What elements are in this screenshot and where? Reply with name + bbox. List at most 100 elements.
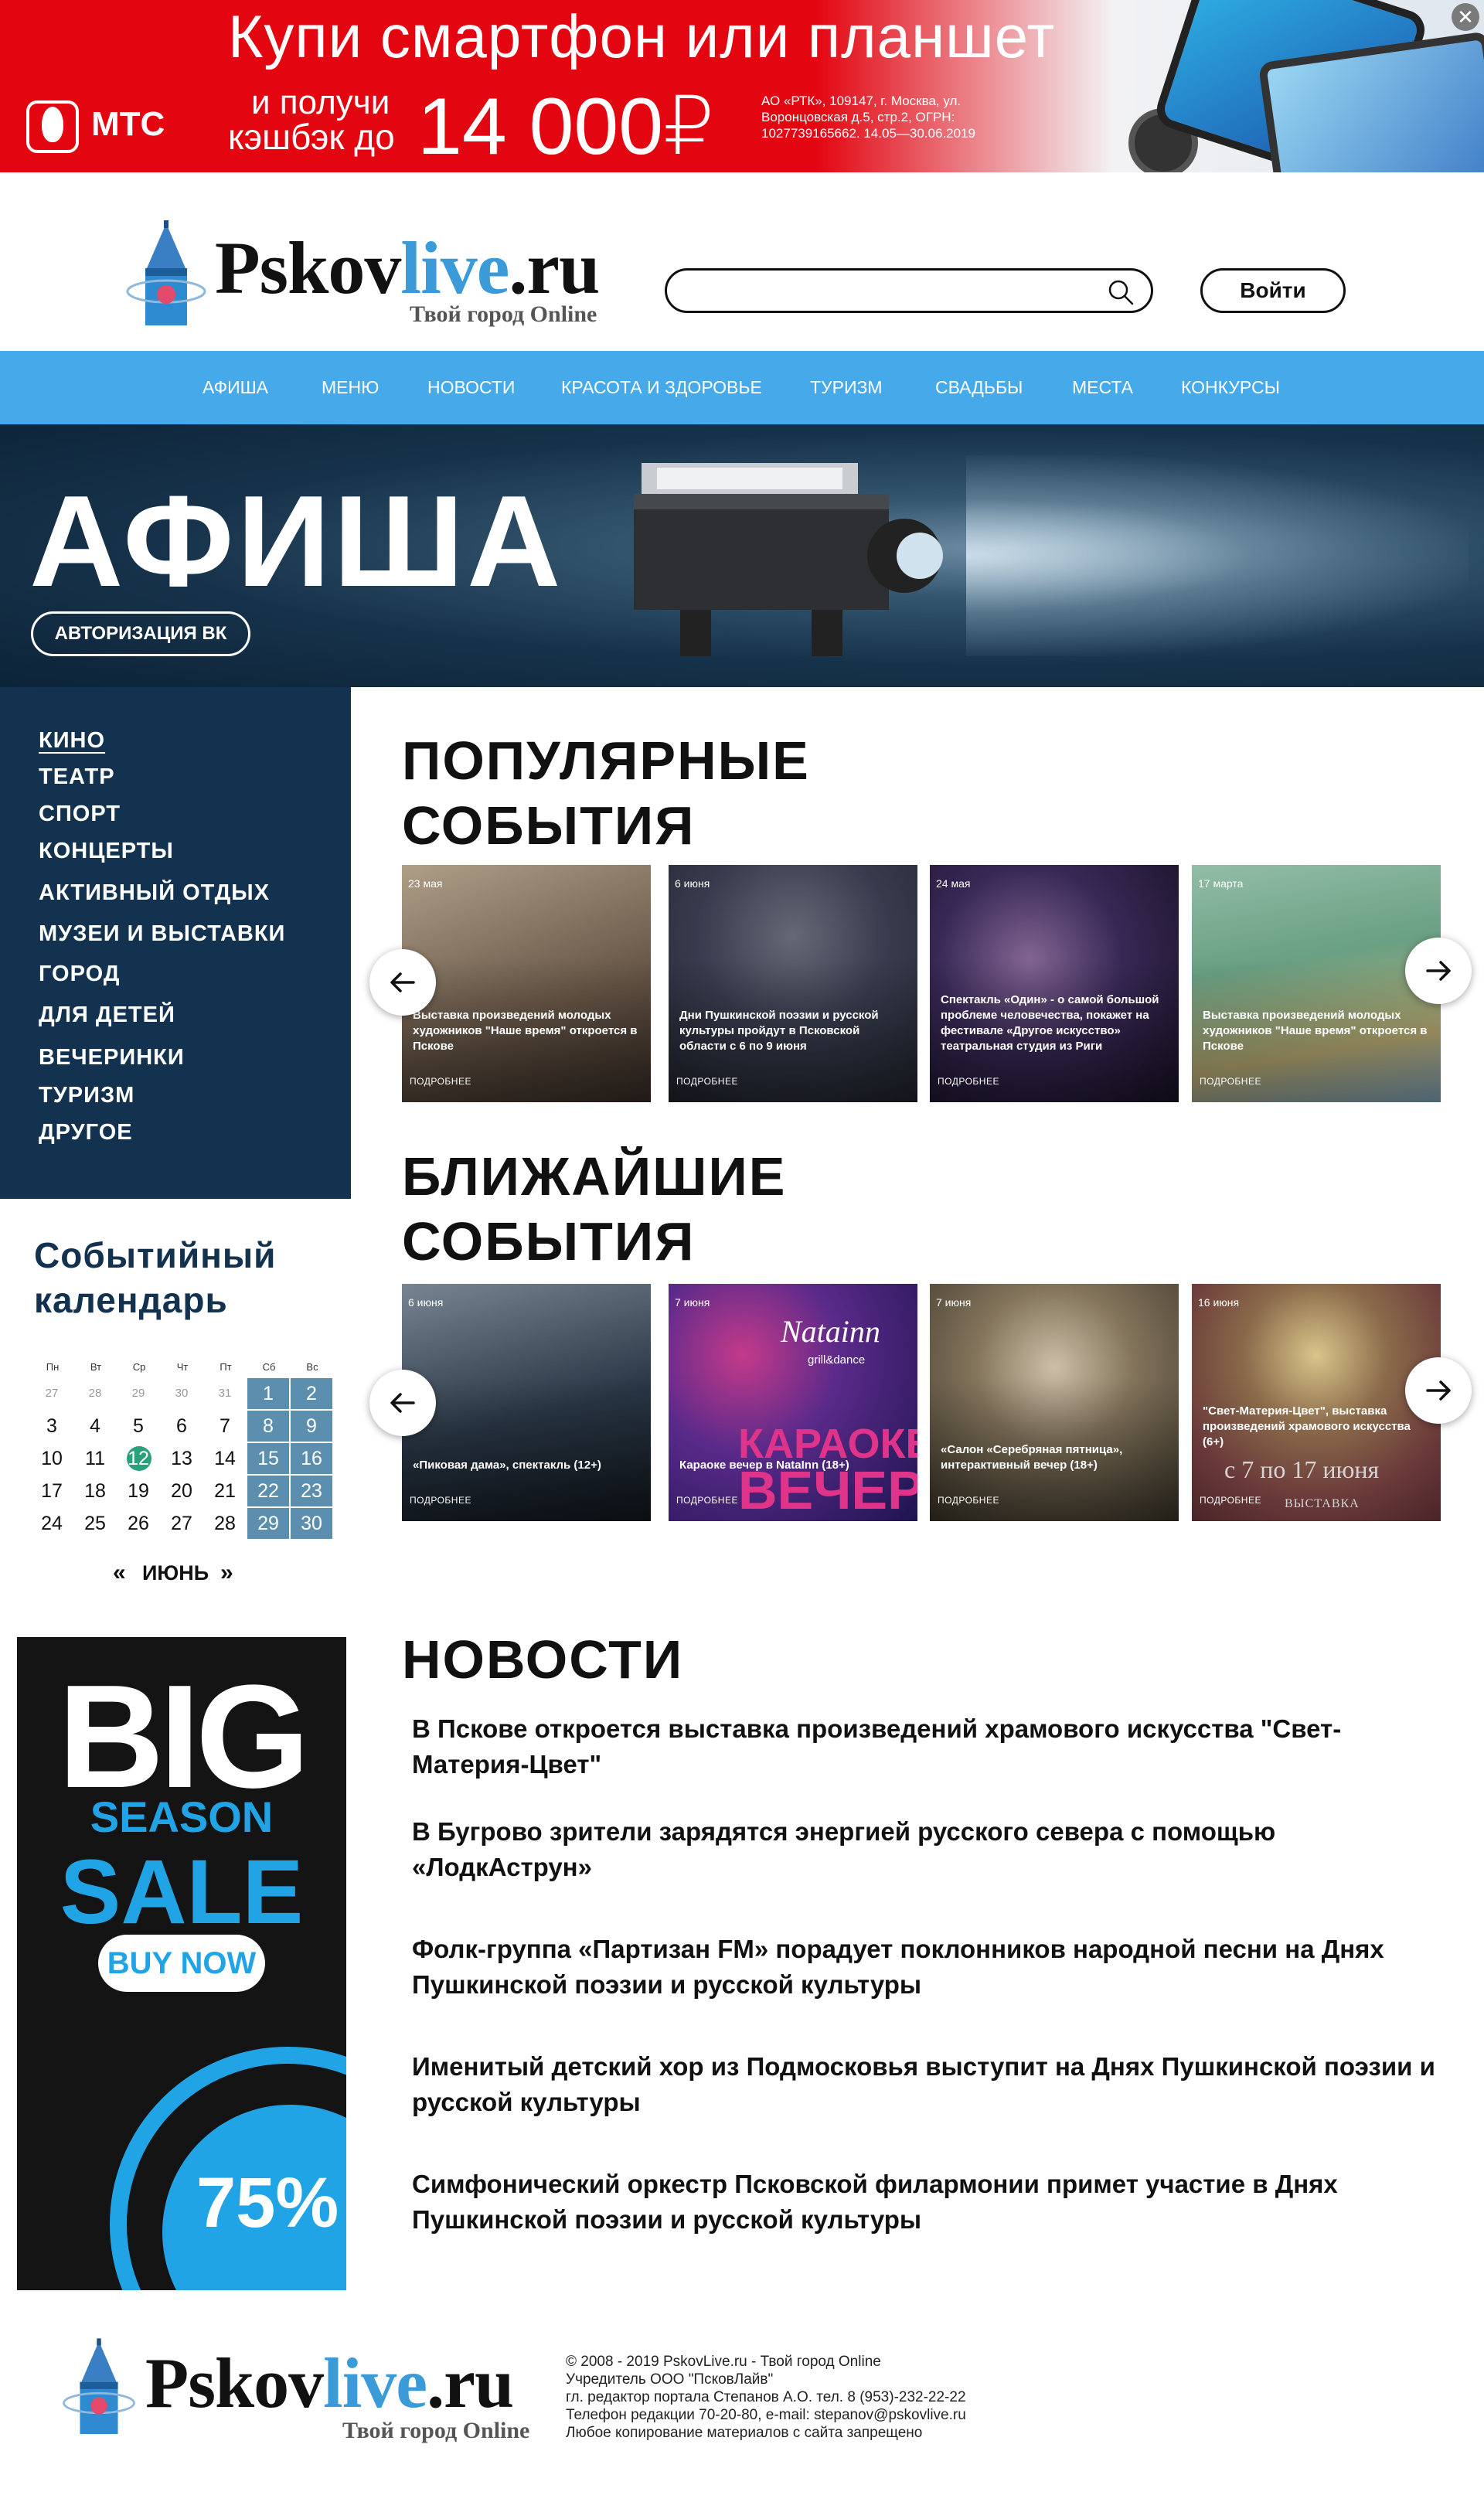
calendar-day[interactable]: 7 bbox=[204, 1411, 246, 1442]
nav-item-menu[interactable]: МЕНЮ bbox=[322, 351, 379, 424]
event-card[interactable]: 24 мая Спектакль «Один» - о самой большо… bbox=[930, 865, 1179, 1102]
footer-info: © 2008 - 2019 PskovLive.ru - Твой город … bbox=[566, 2353, 1107, 2442]
nav-item-contests[interactable]: КОНКУРСЫ bbox=[1181, 351, 1280, 424]
category-parties[interactable]: ВЕЧЕРИНКИ bbox=[39, 1045, 185, 1071]
nav-item-weddings[interactable]: СВАДЬБЫ bbox=[935, 351, 1023, 424]
news-item[interactable]: Именитый детский хор из Подмосковья выст… bbox=[412, 2049, 1440, 2120]
calendar-day[interactable]: 15 bbox=[247, 1443, 289, 1474]
calendar-day[interactable]: 5 bbox=[117, 1411, 159, 1442]
calendar-day[interactable]: 16 bbox=[291, 1443, 332, 1474]
event-card[interactable]: Natainn grill&dance КАРАОКЕ ВЕЧЕР 7 июня… bbox=[669, 1284, 917, 1521]
nav-item-places[interactable]: МЕСТА bbox=[1072, 351, 1133, 424]
popular-next-button[interactable] bbox=[1405, 938, 1472, 1004]
calendar-day[interactable]: 27 bbox=[161, 1508, 203, 1539]
ad-buy-now-button[interactable]: BUY NOW bbox=[98, 1935, 265, 1992]
category-kino[interactable]: КИНО bbox=[39, 728, 105, 754]
event-card[interactable]: 6 июня Дни Пушкинской поэзии и русской к… bbox=[669, 865, 917, 1102]
calendar-day[interactable]: 4 bbox=[74, 1411, 116, 1442]
event-card[interactable]: 16 июня "Свет-Материя-Цвет", выставка пр… bbox=[1192, 1284, 1441, 1521]
calendar-day[interactable]: 10 bbox=[31, 1443, 73, 1474]
footer-line: © 2008 - 2019 PskovLive.ru - Твой город … bbox=[566, 2354, 881, 2370]
category-other[interactable]: ДРУГОЕ bbox=[39, 1120, 133, 1145]
calendar-day[interactable]: 18 bbox=[74, 1476, 116, 1506]
calendar-prev-month-button[interactable]: « bbox=[113, 1560, 126, 1586]
search-icon[interactable] bbox=[1106, 277, 1135, 307]
calendar-day[interactable]: 23 bbox=[291, 1476, 332, 1506]
event-card[interactable]: 6 июня «Пиковая дама», спектакль (12+) П… bbox=[402, 1284, 651, 1521]
calendar-day[interactable]: 1 bbox=[247, 1378, 289, 1409]
event-more-link[interactable]: ПОДРОБНЕЕ bbox=[938, 1076, 999, 1087]
calendar-day[interactable]: 22 bbox=[247, 1476, 289, 1506]
calendar-day[interactable]: 6 bbox=[161, 1411, 203, 1442]
nav-item-news[interactable]: НОВОСТИ bbox=[427, 351, 515, 424]
calendar-day[interactable]: 24 bbox=[31, 1508, 73, 1539]
event-more-link[interactable]: ПОДРОБНЕЕ bbox=[410, 1076, 471, 1087]
calendar-day[interactable]: 14 bbox=[204, 1443, 246, 1474]
natainn-sub: grill&dance bbox=[808, 1353, 866, 1367]
calendar-day[interactable]: 29 bbox=[247, 1508, 289, 1539]
category-city[interactable]: ГОРОД bbox=[39, 962, 120, 987]
search-input[interactable] bbox=[686, 277, 1087, 305]
category-concerts[interactable]: КОНЦЕРТЫ bbox=[39, 839, 174, 864]
event-card[interactable]: 7 июня «Салон «Серебряная пятница», инте… bbox=[930, 1284, 1179, 1521]
nav-item-afisha[interactable]: АФИША bbox=[203, 351, 268, 424]
calendar-day[interactable]: 19 bbox=[117, 1476, 159, 1506]
side-ad-banner[interactable]: BIG SEASON SALE BUY NOW 75% bbox=[17, 1637, 346, 2290]
category-tourism[interactable]: ТУРИЗМ bbox=[39, 1083, 134, 1108]
popular-prev-button[interactable] bbox=[369, 949, 436, 1016]
calendar-day[interactable]: 12 bbox=[117, 1443, 159, 1474]
category-sport[interactable]: СПОРТ bbox=[39, 802, 121, 827]
event-more-link[interactable]: ПОДРОБНЕЕ bbox=[1200, 1076, 1261, 1087]
calendar-day[interactable]: 3 bbox=[31, 1411, 73, 1442]
event-more-link[interactable]: ПОДРОБНЕЕ bbox=[676, 1076, 738, 1087]
calendar-day[interactable]: 30 bbox=[291, 1508, 332, 1539]
top-ad-banner[interactable]: МТС Купи смартфон или планшет и получи к… bbox=[0, 0, 1484, 172]
calendar-day[interactable]: 2 bbox=[291, 1378, 332, 1409]
event-caption: «Салон «Серебряная пятница», интерактивн… bbox=[941, 1443, 1123, 1472]
category-active-rest[interactable]: АКТИВНЫЙ ОТДЫХ bbox=[39, 880, 270, 906]
login-button[interactable]: Войти bbox=[1200, 268, 1346, 313]
category-kids[interactable]: ДЛЯ ДЕТЕЙ bbox=[39, 1003, 175, 1028]
calendar-day[interactable]: 9 bbox=[291, 1411, 332, 1442]
calendar-day[interactable]: 31 bbox=[204, 1378, 246, 1409]
calendar-day[interactable]: 26 bbox=[117, 1508, 159, 1539]
event-more-link[interactable]: ПОДРОБНЕЕ bbox=[676, 1495, 738, 1506]
calendar-day[interactable]: 8 bbox=[247, 1411, 289, 1442]
calendar-day[interactable]: 25 bbox=[74, 1508, 116, 1539]
footer-logo[interactable]: Pskovlive.ru Твой город Online bbox=[60, 2334, 539, 2450]
nav-item-tourism[interactable]: ТУРИЗМ bbox=[810, 351, 883, 424]
event-caption: Выставка произведений молодых художников… bbox=[1203, 1009, 1428, 1053]
news-item[interactable]: Симфонический оркестр Псковской филармон… bbox=[412, 2167, 1440, 2238]
ad-close-button[interactable]: ✕ bbox=[1452, 3, 1479, 31]
event-card[interactable]: 23 мая Выставка произведений молодых худ… bbox=[402, 865, 651, 1102]
vk-auth-button[interactable]: АВТОРИЗАЦИЯ ВК bbox=[31, 611, 250, 656]
category-theatre[interactable]: ТЕАТР bbox=[39, 764, 115, 790]
ad-percent-text: 75% bbox=[196, 2163, 339, 2242]
calendar-day[interactable]: 29 bbox=[117, 1378, 159, 1409]
upcoming-next-button[interactable] bbox=[1405, 1357, 1472, 1424]
event-card[interactable]: 17 марта Выставка произведений молодых х… bbox=[1192, 865, 1441, 1102]
calendar-weekday: Вс bbox=[306, 1361, 318, 1373]
calendar-day[interactable]: 20 bbox=[161, 1476, 203, 1506]
calendar-day[interactable]: 17 bbox=[31, 1476, 73, 1506]
calendar-day[interactable]: 13 bbox=[161, 1443, 203, 1474]
site-logo[interactable]: Pskovlive.ru Твой город Online bbox=[124, 220, 618, 336]
search-box[interactable] bbox=[665, 268, 1153, 313]
calendar-next-month-button[interactable]: » bbox=[220, 1560, 233, 1586]
exhibit-dates-overlay: с 7 по 17 июня bbox=[1224, 1455, 1380, 1483]
event-more-link[interactable]: ПОДРОБНЕЕ bbox=[410, 1495, 471, 1506]
news-item[interactable]: Фолк-группа «Партизан FM» порадует покло… bbox=[412, 1932, 1440, 2003]
calendar-day[interactable]: 30 bbox=[161, 1378, 203, 1409]
news-item[interactable]: В Пскове откроется выставка произведений… bbox=[412, 1711, 1440, 1782]
upcoming-prev-button[interactable] bbox=[369, 1370, 436, 1436]
nav-item-beauty-health[interactable]: КРАСОТА И ЗДОРОВЬЕ bbox=[561, 351, 762, 424]
news-item[interactable]: В Бугрово зрители зарядятся энергией рус… bbox=[412, 1814, 1440, 1885]
calendar-day[interactable]: 27 bbox=[31, 1378, 73, 1409]
event-more-link[interactable]: ПОДРОБНЕЕ bbox=[1200, 1495, 1261, 1506]
calendar-day[interactable]: 28 bbox=[74, 1378, 116, 1409]
event-more-link[interactable]: ПОДРОБНЕЕ bbox=[938, 1495, 999, 1506]
calendar-day[interactable]: 28 bbox=[204, 1508, 246, 1539]
category-museums[interactable]: МУЗЕИ И ВЫСТАВКИ bbox=[39, 921, 285, 947]
calendar-day[interactable]: 11 bbox=[74, 1443, 116, 1474]
calendar-day[interactable]: 21 bbox=[204, 1476, 246, 1506]
